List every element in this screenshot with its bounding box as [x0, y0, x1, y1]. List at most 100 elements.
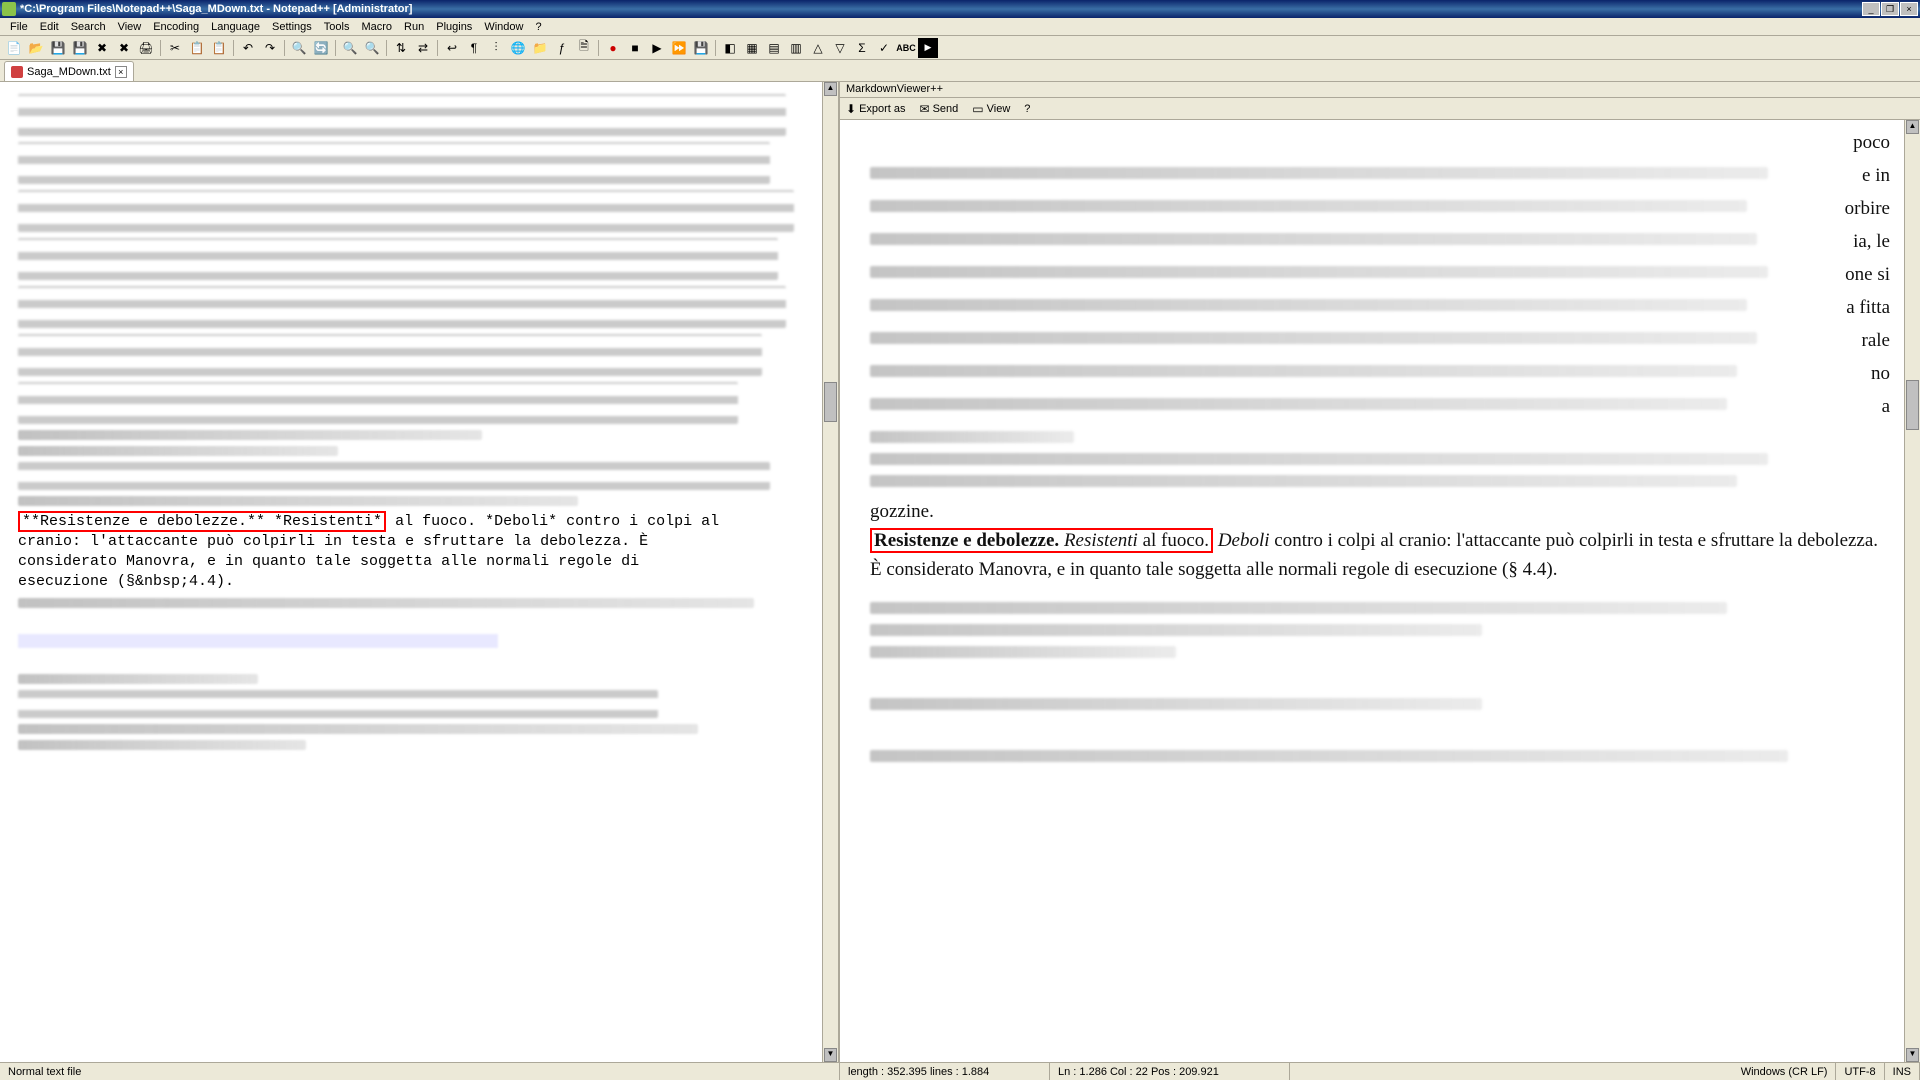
- preview-highlighted: Resistenze e debolezze. Resistenti al fu…: [870, 528, 1213, 553]
- allchars-icon[interactable]: ¶: [464, 38, 484, 58]
- menu-window[interactable]: Window: [478, 19, 529, 35]
- export-as-button[interactable]: ⬇Export as: [846, 102, 906, 116]
- plugin5-icon[interactable]: △: [808, 38, 828, 58]
- status-ins[interactable]: INS: [1885, 1063, 1920, 1080]
- file-modified-icon: [11, 66, 23, 78]
- status-bar: Normal text file length : 352.395 lines …: [0, 1062, 1920, 1080]
- preview-help-button[interactable]: ?: [1024, 103, 1030, 115]
- close-window-button[interactable]: ×: [1900, 2, 1918, 16]
- indent-guide-icon[interactable]: ⫶: [486, 38, 506, 58]
- menu-encoding[interactable]: Encoding: [147, 19, 205, 35]
- plugin4-icon[interactable]: ▥: [786, 38, 806, 58]
- menu-bar: File Edit Search View Encoding Language …: [0, 18, 1920, 36]
- plugin2-icon[interactable]: ▦: [742, 38, 762, 58]
- plugin9-icon[interactable]: ABC: [896, 38, 916, 58]
- status-encoding[interactable]: UTF-8: [1836, 1063, 1884, 1080]
- menu-view[interactable]: View: [112, 19, 148, 35]
- status-filetype: Normal text file: [0, 1063, 840, 1080]
- editor-text: al fuoco. *Deboli* contro i colpi al: [386, 513, 719, 530]
- undo-icon[interactable]: ↶: [238, 38, 258, 58]
- preview-italic: Resistenti: [1064, 530, 1138, 551]
- wordwrap-icon[interactable]: ↩: [442, 38, 462, 58]
- toolbar-separator: [437, 40, 438, 56]
- record-icon[interactable]: ●: [603, 38, 623, 58]
- preview-fragment: a fitta: [1846, 297, 1890, 318]
- copy-icon[interactable]: 📋: [187, 38, 207, 58]
- redo-icon[interactable]: ↷: [260, 38, 280, 58]
- menu-macro[interactable]: Macro: [355, 19, 398, 35]
- editor-content[interactable]: **Resistenze e debolezze.** *Resistenti*…: [0, 82, 838, 762]
- send-button[interactable]: ✉Send: [920, 102, 959, 116]
- save-icon[interactable]: 💾: [48, 38, 68, 58]
- play-multi-icon[interactable]: ⏩: [669, 38, 689, 58]
- zoom-out-icon[interactable]: 🔍: [362, 38, 382, 58]
- replace-icon[interactable]: 🔄: [311, 38, 331, 58]
- menu-edit[interactable]: Edit: [34, 19, 65, 35]
- tab-active[interactable]: Saga_MDown.txt ×: [4, 61, 134, 81]
- menu-search[interactable]: Search: [65, 19, 112, 35]
- save-all-icon[interactable]: 💾: [70, 38, 90, 58]
- window-buttons: _ ❐ ×: [1862, 2, 1918, 16]
- preview-text: al fuoco.: [1138, 530, 1209, 551]
- folder-icon[interactable]: 📁: [530, 38, 550, 58]
- preview-fragment: ia, le: [1853, 231, 1890, 252]
- menu-help[interactable]: ?: [529, 19, 547, 35]
- plugin8-icon[interactable]: ✓: [874, 38, 894, 58]
- view-button[interactable]: ▭View: [972, 102, 1010, 116]
- play-icon[interactable]: ▶: [647, 38, 667, 58]
- scroll-down-icon[interactable]: ▼: [824, 1048, 837, 1062]
- preview-fragment: orbire: [1845, 198, 1890, 219]
- maximize-button[interactable]: ❐: [1881, 2, 1899, 16]
- toolbar-separator: [160, 40, 161, 56]
- menu-settings[interactable]: Settings: [266, 19, 318, 35]
- plugin6-icon[interactable]: ▽: [830, 38, 850, 58]
- preview-paragraph: Resistenze e debolezze. Resistenti al fu…: [870, 526, 1890, 584]
- new-file-icon[interactable]: 📄: [4, 38, 24, 58]
- scroll-down-icon[interactable]: ▼: [1906, 1048, 1919, 1062]
- editor-pane[interactable]: **Resistenze e debolezze.** *Resistenti*…: [0, 82, 840, 1062]
- preview-pane: MarkdownViewer++ ⬇Export as ✉Send ▭View …: [840, 82, 1920, 1062]
- preview-fragment: poco: [1853, 132, 1890, 153]
- lang-icon[interactable]: 🌐: [508, 38, 528, 58]
- toolbar-separator: [233, 40, 234, 56]
- scroll-thumb[interactable]: [1906, 380, 1919, 430]
- menu-file[interactable]: File: [4, 19, 34, 35]
- menu-plugins[interactable]: Plugins: [430, 19, 478, 35]
- menu-language[interactable]: Language: [205, 19, 266, 35]
- minimize-button[interactable]: _: [1862, 2, 1880, 16]
- open-file-icon[interactable]: 📂: [26, 38, 46, 58]
- status-position: Ln : 1.286 Col : 22 Pos : 209.921: [1050, 1063, 1290, 1080]
- doc-map-icon[interactable]: 🗎: [574, 38, 594, 58]
- find-icon[interactable]: 🔍: [289, 38, 309, 58]
- preview-toolbar: ⬇Export as ✉Send ▭View ?: [840, 98, 1920, 120]
- save-macro-icon[interactable]: 💾: [691, 38, 711, 58]
- close-all-icon[interactable]: ✖: [114, 38, 134, 58]
- print-icon[interactable]: 🖨: [136, 38, 156, 58]
- plugin10-icon[interactable]: ▶: [918, 38, 938, 58]
- toolbar-separator: [598, 40, 599, 56]
- sync-v-icon[interactable]: ⇅: [391, 38, 411, 58]
- zoom-in-icon[interactable]: 🔍: [340, 38, 360, 58]
- editor-text: considerato Manovra, e in quanto tale so…: [18, 552, 818, 572]
- sync-h-icon[interactable]: ⇄: [413, 38, 433, 58]
- plugin7-icon[interactable]: Σ: [852, 38, 872, 58]
- paste-icon[interactable]: 📋: [209, 38, 229, 58]
- scroll-up-icon[interactable]: ▲: [1906, 120, 1919, 134]
- scroll-thumb[interactable]: [824, 382, 837, 422]
- functions-icon[interactable]: ƒ: [552, 38, 572, 58]
- close-file-icon[interactable]: ✖: [92, 38, 112, 58]
- status-length: length : 352.395 lines : 1.884: [840, 1063, 1050, 1080]
- scroll-up-icon[interactable]: ▲: [824, 82, 837, 96]
- stop-icon[interactable]: ■: [625, 38, 645, 58]
- menu-tools[interactable]: Tools: [318, 19, 356, 35]
- tab-close-icon[interactable]: ×: [115, 66, 127, 78]
- plugin1-icon[interactable]: ◧: [720, 38, 740, 58]
- toolbar-separator: [284, 40, 285, 56]
- menu-run[interactable]: Run: [398, 19, 430, 35]
- status-eol[interactable]: Windows (CR LF): [1733, 1063, 1837, 1080]
- preview-content[interactable]: poco e in orbire ia, le one si a fitta r…: [840, 120, 1920, 1062]
- plugin3-icon[interactable]: ▤: [764, 38, 784, 58]
- preview-scrollbar[interactable]: ▲ ▼: [1904, 120, 1920, 1062]
- cut-icon[interactable]: ✂: [165, 38, 185, 58]
- editor-scrollbar[interactable]: ▲ ▼: [822, 82, 838, 1062]
